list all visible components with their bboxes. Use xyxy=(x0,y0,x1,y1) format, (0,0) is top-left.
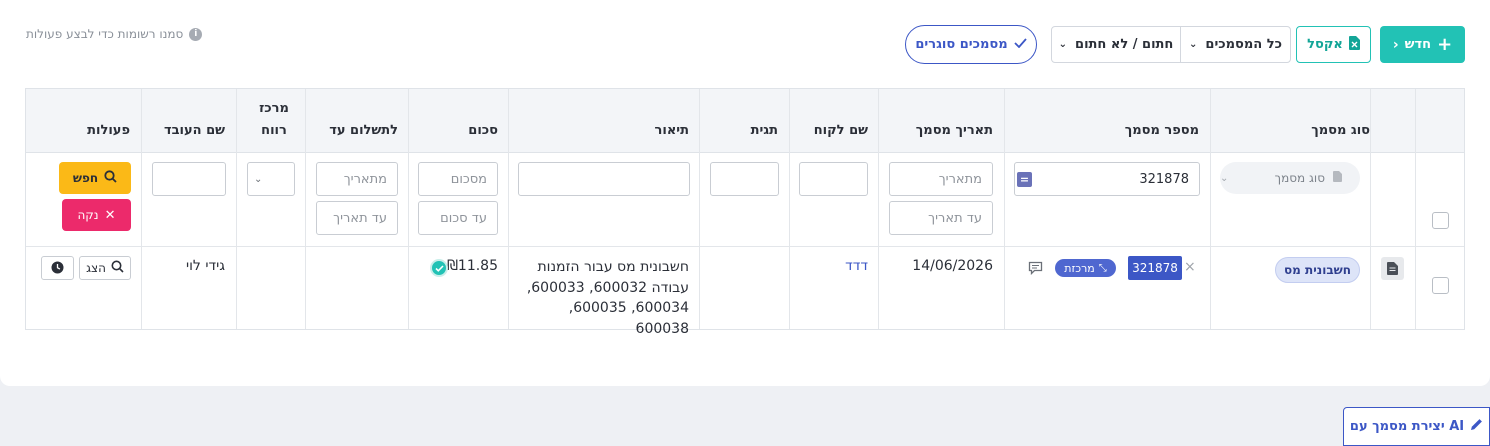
info-icon: i xyxy=(189,27,203,41)
clock-icon xyxy=(51,259,64,278)
view-button[interactable]: הצג xyxy=(79,256,131,280)
excel-export-button[interactable]: אקסל xyxy=(1296,26,1371,63)
doc-type-filter-label: סוג מסמך xyxy=(1274,171,1325,185)
doc-type-filter[interactable]: ⌄ סוג מסמך xyxy=(1220,162,1360,194)
amount-to-input[interactable]: עד סכום xyxy=(418,201,498,235)
row-description: חשבונית מס עבור הזמנות עבודה 600032, 600… xyxy=(526,259,689,337)
search-button[interactable]: חפש xyxy=(59,162,131,194)
search-icon xyxy=(111,260,124,276)
column-divider xyxy=(305,89,306,329)
pencil-icon xyxy=(1470,418,1483,435)
excel-button-label: אקסל xyxy=(1307,37,1343,52)
history-button[interactable] xyxy=(41,256,74,280)
row-doc-date: 14/06/2026 xyxy=(912,258,993,274)
column-divider xyxy=(236,89,237,329)
column-divider xyxy=(1370,89,1371,329)
check-icon xyxy=(1013,37,1027,52)
chevron-down-icon: ⌄ xyxy=(1189,39,1198,50)
column-divider xyxy=(508,89,509,329)
chevron-right-icon: › xyxy=(1392,36,1399,53)
select-all-checkbox[interactable] xyxy=(1432,212,1449,229)
profit-center-select[interactable]: ⌄ xyxy=(247,162,295,196)
column-divider xyxy=(1210,89,1211,329)
paid-check-icon xyxy=(430,259,448,277)
header-doc-type[interactable]: סוג מסמך xyxy=(1311,122,1370,140)
documents-table: סוג מסמך מספר מסמך תאריך מסמך שם לקוח תג… xyxy=(25,88,1465,337)
selection-hint: סמנו רשומות כדי לבצע פעולות i xyxy=(26,27,203,41)
header-description[interactable]: תיאור xyxy=(655,122,689,140)
chevron-down-icon: ⌄ xyxy=(254,173,263,185)
close-icon[interactable]: × xyxy=(1184,259,1196,275)
new-document-button[interactable]: › חדש + xyxy=(1380,26,1465,63)
column-divider xyxy=(699,89,700,329)
doc-date-from-input[interactable]: מתאריך xyxy=(889,162,993,196)
column-divider xyxy=(1415,89,1416,329)
signed-filter-label: חתום / לא חתום xyxy=(1075,37,1174,52)
row-divider xyxy=(26,246,1464,247)
document-icon xyxy=(1333,171,1342,185)
closing-documents-label: מסמכים סוגרים xyxy=(915,37,1008,52)
row-checkbox[interactable] xyxy=(1432,277,1449,294)
excel-file-icon xyxy=(1348,35,1360,54)
new-button-label: חדש xyxy=(1404,37,1432,52)
row-employee: גידי לוי xyxy=(185,258,225,274)
search-icon xyxy=(104,170,117,186)
header-customer[interactable]: שם לקוח xyxy=(814,122,868,140)
all-documents-label: כל המסמכים xyxy=(1205,37,1282,52)
ai-button-label: יצירת מסמך עם AI xyxy=(1349,419,1465,434)
column-divider xyxy=(408,89,409,329)
column-divider xyxy=(141,89,142,329)
pay-from-input[interactable]: מתאריך xyxy=(316,162,398,196)
equals-operator-icon[interactable]: = xyxy=(1017,172,1032,187)
amount-from-input[interactable]: מסכום xyxy=(418,162,498,196)
close-icon: ✕ xyxy=(104,207,116,223)
description-filter-input[interactable] xyxy=(518,162,690,196)
chevron-down-icon: ⌄ xyxy=(1058,39,1068,50)
tag-filter-input[interactable] xyxy=(710,162,779,196)
doc-type-badge: חשבונית מס xyxy=(1275,257,1360,283)
doc-date-to-input[interactable]: עד תאריך xyxy=(889,201,993,235)
header-doc-number[interactable]: מספר מסמך xyxy=(1125,122,1199,140)
customer-filter-input[interactable] xyxy=(799,162,868,196)
row-amount: ₪11.85 xyxy=(446,258,498,274)
header-amount[interactable]: סכום xyxy=(468,122,498,140)
hint-text: סמנו רשומות כדי לבצע פעולות xyxy=(26,27,184,41)
employee-filter-input[interactable] xyxy=(152,162,226,196)
column-divider xyxy=(878,89,879,329)
table-header xyxy=(26,89,1464,153)
column-divider xyxy=(1004,89,1005,329)
clear-button[interactable]: נקה ✕ xyxy=(62,199,131,231)
column-divider xyxy=(789,89,790,329)
header-profit-center-line1: מרכז xyxy=(259,101,289,116)
header-tag[interactable]: תגית xyxy=(751,122,778,140)
comment-icon[interactable] xyxy=(1028,260,1043,279)
plus-icon: + xyxy=(1437,34,1453,55)
header-pay-until[interactable]: לתשלום עד xyxy=(329,122,398,140)
centralized-badge-label: מרכזת xyxy=(1064,261,1095,275)
view-button-label: הצג xyxy=(86,261,106,275)
centralized-badge: מרכזת ⤡ xyxy=(1055,259,1116,277)
search-button-label: חפש xyxy=(72,171,99,185)
doc-number-link[interactable]: 321878 xyxy=(1128,256,1182,280)
header-profit-center-line2: רווח xyxy=(261,123,287,138)
chevron-down-icon: ⌄ xyxy=(1220,172,1229,184)
doc-number-filter-input[interactable]: = 321878 xyxy=(1014,162,1200,196)
header-doc-date[interactable]: תאריך מסמך xyxy=(916,122,993,140)
header-employee[interactable]: שם העובד xyxy=(164,122,225,140)
signed-filter-dropdown[interactable]: ⌄ חתום / לא חתום xyxy=(1051,26,1181,63)
main-card: › חדש + אקסל ⌄ כל המסמכים ⌄ חתום / לא חת… xyxy=(0,0,1490,386)
pay-to-input[interactable]: עד תאריך xyxy=(316,201,398,235)
clear-button-label: נקה xyxy=(77,208,99,222)
header-profit-center[interactable]: מרכז רווח xyxy=(254,100,294,140)
closing-documents-button[interactable]: מסמכים סוגרים xyxy=(905,25,1037,64)
header-actions: פעולות xyxy=(87,123,130,138)
view-document-icon[interactable] xyxy=(1381,257,1404,280)
row-customer-link[interactable]: דדד xyxy=(845,258,868,274)
merge-icon: ⤡ xyxy=(1098,262,1107,274)
create-document-ai-button[interactable]: יצירת מסמך עם AI xyxy=(1343,407,1490,446)
doc-number-filter-value: 321878 xyxy=(1139,171,1189,187)
all-documents-dropdown[interactable]: ⌄ כל המסמכים xyxy=(1180,26,1291,63)
